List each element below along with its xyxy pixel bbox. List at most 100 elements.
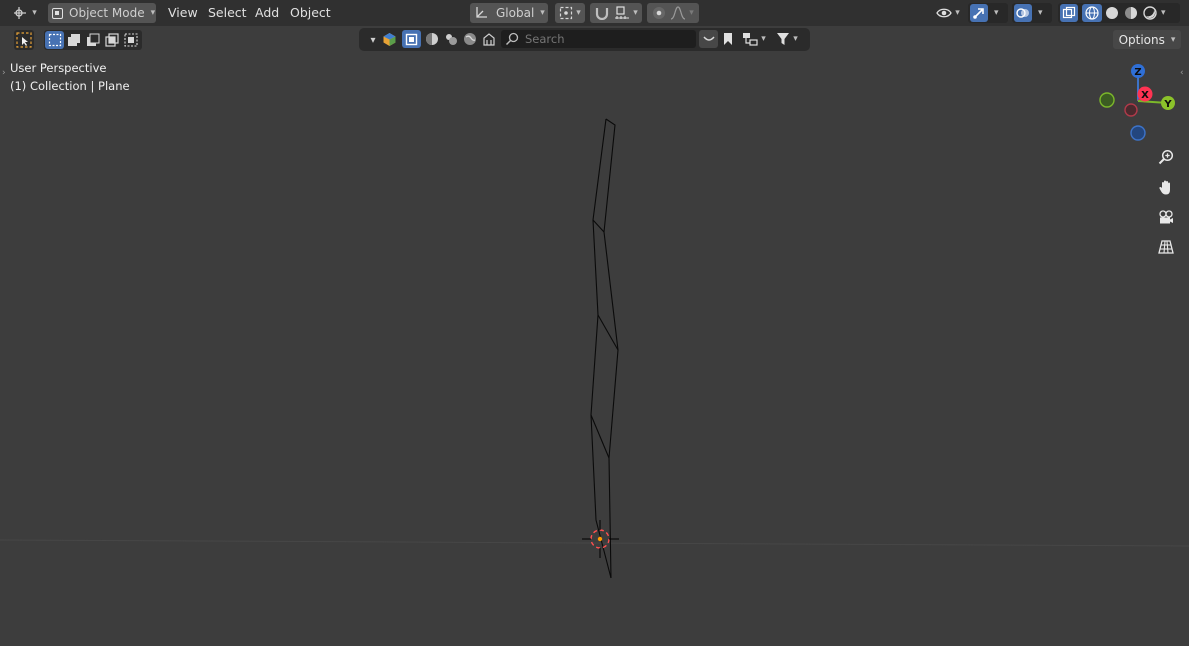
bookmark-icon bbox=[723, 33, 732, 45]
proportional-edit-icon bbox=[653, 7, 666, 19]
z-axis-label: Z bbox=[1134, 67, 1141, 78]
camera-icon bbox=[1159, 210, 1173, 224]
select-intersect-button[interactable] bbox=[121, 31, 140, 49]
neg-x-axis-ball bbox=[1124, 103, 1138, 117]
menu-object[interactable]: Object bbox=[290, 5, 331, 20]
overlay-circles-icon bbox=[1016, 8, 1029, 18]
grid-view-icon bbox=[1158, 240, 1174, 254]
eye-icon bbox=[936, 8, 952, 18]
select-subtract-icon bbox=[86, 33, 99, 46]
editor-type-selector[interactable]: ▾ bbox=[10, 3, 40, 23]
chevron-down-icon: ▾ bbox=[955, 8, 960, 18]
select-set-button[interactable] bbox=[45, 31, 64, 49]
horizon-line bbox=[0, 539, 1189, 547]
proportional-editing-group[interactable]: ▾ bbox=[647, 3, 699, 23]
filter-selector[interactable]: ▾ bbox=[772, 30, 802, 48]
solid-sphere-icon bbox=[1105, 7, 1118, 19]
viewport-canvas[interactable] bbox=[0, 52, 1189, 646]
curve-down-icon bbox=[702, 36, 715, 41]
transform-orientation-label: Global bbox=[496, 6, 535, 20]
rendered-shading-button[interactable] bbox=[1140, 4, 1159, 22]
zoom-icon bbox=[1158, 149, 1174, 165]
material-preview-button[interactable] bbox=[1121, 4, 1140, 22]
chevron-down-icon: ▾ bbox=[689, 8, 694, 18]
menu-select[interactable]: Select bbox=[208, 5, 247, 20]
materials-icon bbox=[445, 34, 457, 45]
neg-z-axis-ball bbox=[1130, 125, 1146, 141]
chevron-down-icon: ▾ bbox=[1038, 8, 1043, 18]
select-subtract-button[interactable] bbox=[83, 31, 102, 49]
object-data-icon bbox=[383, 32, 395, 46]
filter-object-button[interactable] bbox=[402, 30, 421, 48]
search-input[interactable] bbox=[523, 31, 687, 47]
gizmo-toggle-group[interactable]: ▾ bbox=[968, 3, 1008, 23]
toggle-perspective-button[interactable] bbox=[1155, 236, 1177, 258]
menu-view[interactable]: View bbox=[168, 5, 198, 20]
neg-y-axis-ball bbox=[1099, 92, 1115, 108]
options-dropdown[interactable]: Options ▾ bbox=[1113, 30, 1181, 49]
select-tool-button[interactable] bbox=[14, 30, 34, 50]
solid-shading-button[interactable] bbox=[1102, 4, 1121, 22]
object-type-icon[interactable] bbox=[381, 31, 397, 47]
object-mode-icon bbox=[52, 7, 63, 19]
camera-view-button[interactable] bbox=[1155, 206, 1177, 228]
select-difference-icon bbox=[104, 33, 119, 47]
overlay-toggle-button[interactable] bbox=[1014, 4, 1032, 22]
scene-props-icon bbox=[482, 33, 495, 46]
xray-toggle-button[interactable] bbox=[1060, 4, 1078, 22]
filter-scene-button[interactable] bbox=[479, 30, 498, 48]
transform-orientation-selector[interactable]: Global ▾ bbox=[470, 3, 548, 23]
overlay-toggle-group[interactable]: ▾ bbox=[1012, 3, 1052, 23]
viewport-editor-icon bbox=[14, 7, 27, 19]
gizmo-arrow-icon bbox=[973, 8, 984, 19]
material-sphere-icon bbox=[1124, 7, 1137, 19]
chevron-down-icon: ▾ bbox=[994, 8, 999, 18]
chevron-down-icon: ▾ bbox=[576, 8, 581, 18]
wireframe-sphere-icon bbox=[1085, 6, 1099, 20]
selection-mode-group[interactable] bbox=[44, 30, 142, 50]
gizmo-toggle-button[interactable] bbox=[970, 4, 988, 22]
filter-world-button[interactable] bbox=[460, 30, 479, 48]
select-box-tool-icon bbox=[16, 32, 32, 48]
hierarchy-icon bbox=[743, 33, 758, 46]
chevron-down-icon: ▾ bbox=[793, 34, 798, 44]
rendered-sphere-icon bbox=[1142, 6, 1157, 20]
shading-mode-group[interactable]: ▾ bbox=[1058, 3, 1180, 23]
sphere-mesh-icon bbox=[425, 33, 438, 45]
chevron-down-icon: ▾ bbox=[150, 8, 156, 18]
sort-toggle-button[interactable] bbox=[699, 30, 718, 48]
orientation-axes-icon bbox=[476, 7, 487, 18]
search-field[interactable] bbox=[501, 30, 696, 48]
selectability-visibility-selector[interactable]: ▾ bbox=[931, 3, 965, 23]
chevron-down-icon: ▾ bbox=[633, 8, 638, 18]
bookmark-button[interactable] bbox=[719, 30, 736, 48]
pivot-point-icon bbox=[560, 6, 573, 20]
pan-hand-icon bbox=[1159, 180, 1170, 194]
wire-edge-cross-1 bbox=[592, 219, 605, 233]
select-difference-button[interactable] bbox=[102, 31, 121, 49]
chevron-down-icon: ▾ bbox=[1170, 34, 1176, 45]
funnel-icon bbox=[777, 33, 790, 45]
square-object-icon bbox=[405, 33, 418, 45]
select-new-icon bbox=[48, 33, 61, 47]
zoom-button[interactable] bbox=[1155, 146, 1177, 168]
collapse-chevron-icon[interactable]: ▾ bbox=[366, 32, 380, 48]
navigation-gizmo[interactable]: Z X Y bbox=[1095, 60, 1180, 145]
magnet-icon bbox=[596, 8, 609, 20]
mode-selector[interactable]: Object Mode ▾ bbox=[48, 3, 156, 23]
menu-add[interactable]: Add bbox=[255, 5, 279, 20]
wireframe-shading-button[interactable] bbox=[1082, 4, 1102, 22]
chevron-down-icon: ▾ bbox=[1161, 8, 1166, 18]
filter-materials-button[interactable] bbox=[441, 30, 460, 48]
x-axis-label: X bbox=[1141, 90, 1149, 101]
xray-icon bbox=[1062, 6, 1076, 19]
select-extend-button[interactable] bbox=[64, 31, 83, 49]
options-label: Options bbox=[1118, 32, 1165, 47]
plane-wireframe bbox=[590, 118, 619, 579]
display-mode-selector[interactable]: ▾ bbox=[738, 30, 770, 48]
search-icon bbox=[505, 32, 519, 46]
pivot-point-selector[interactable]: ▾ bbox=[555, 3, 585, 23]
snapping-group[interactable]: ▾ bbox=[590, 3, 642, 23]
filter-mesh-button[interactable] bbox=[422, 30, 441, 48]
pan-button[interactable] bbox=[1155, 176, 1177, 198]
